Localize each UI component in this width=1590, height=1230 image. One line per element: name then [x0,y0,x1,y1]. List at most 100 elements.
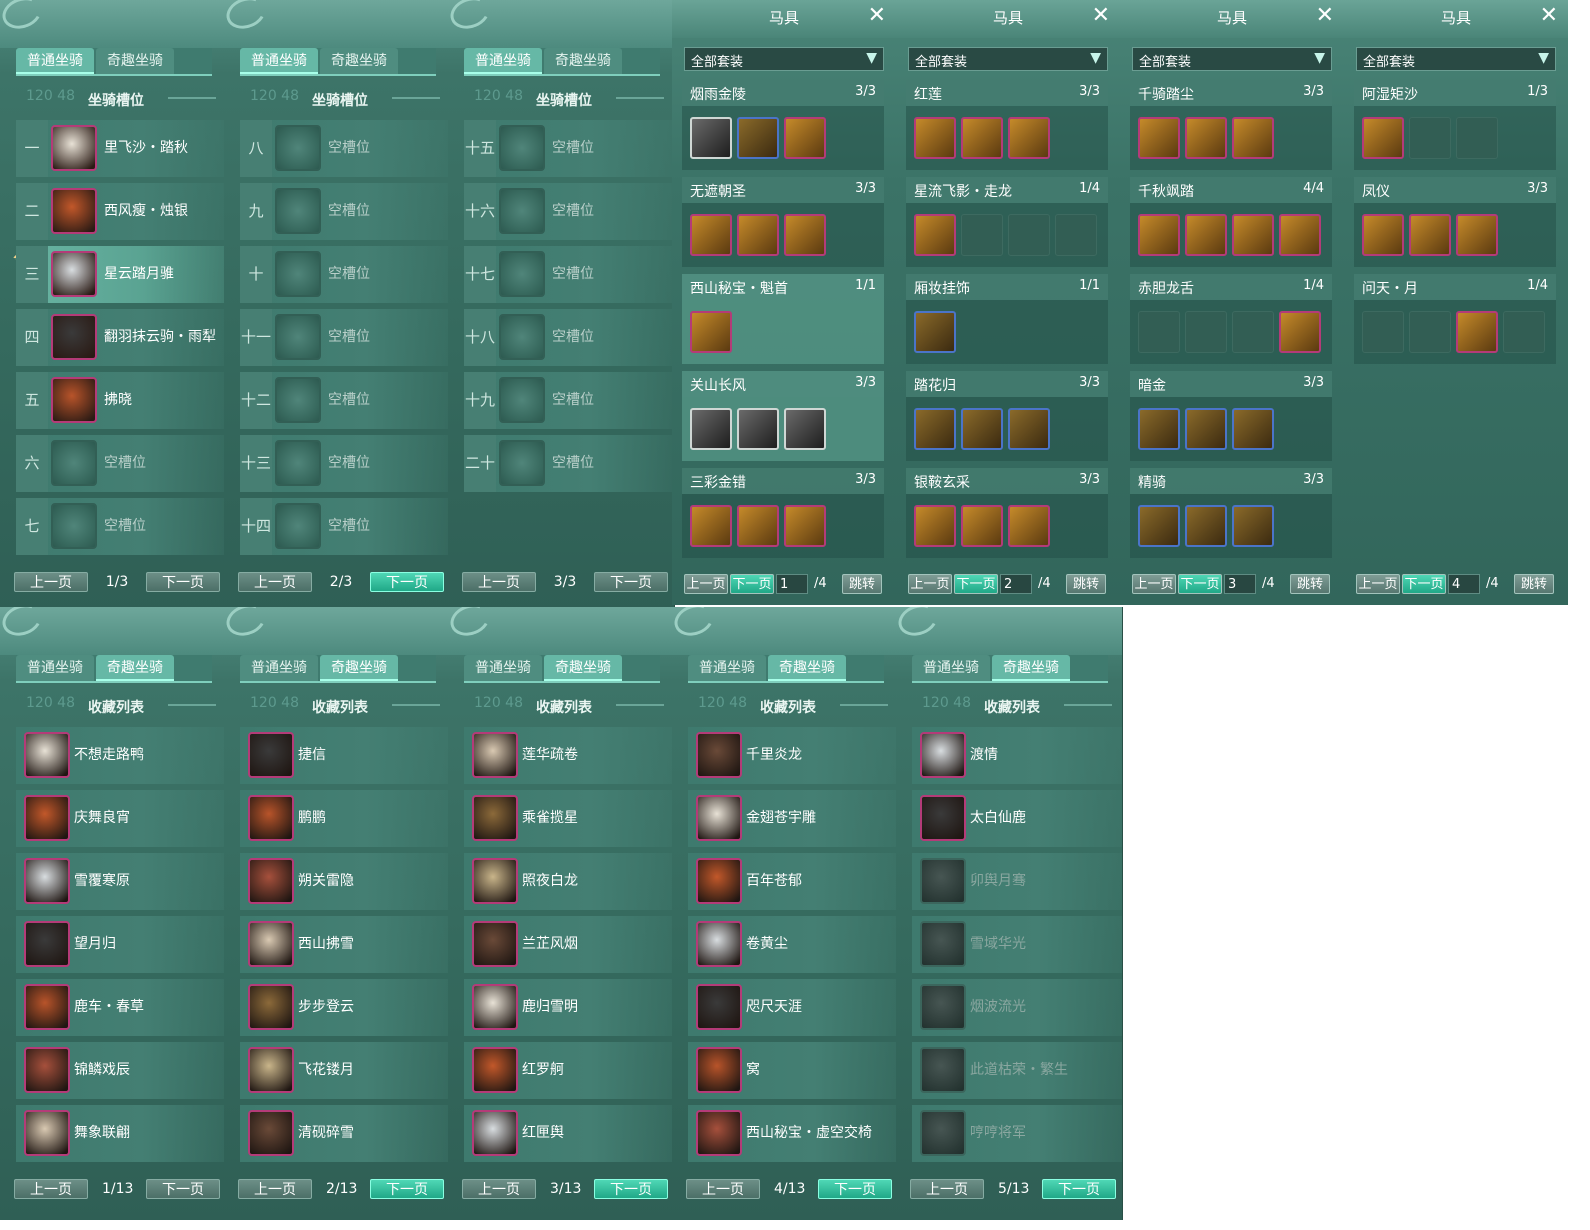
collection-item[interactable]: 咫尺天涯 [688,979,898,1036]
close-icon[interactable]: ✕ [1092,3,1110,28]
collection-item[interactable]: 舞象联翩 [16,1105,226,1162]
page-input[interactable]: 3 [1224,574,1256,594]
prev-page-button[interactable]: 上一页 [238,1179,312,1199]
next-page-button[interactable]: 下一页 [594,1179,668,1199]
collection-item[interactable]: 雪域华光 [912,916,1122,973]
collection-item[interactable]: 莲华疏卷 [464,727,674,784]
tab-fun-mount[interactable]: 奇趣坐骑 [96,48,174,74]
gear-icon[interactable] [737,117,779,159]
gear-icon[interactable] [737,505,779,547]
gear-icon[interactable] [1008,505,1050,547]
mount-slot-row[interactable]: 十六 空槽位 [464,183,674,240]
mount-slot-row[interactable]: 十二 空槽位 [240,372,450,429]
tack-set[interactable]: 红莲 3/3 [906,80,1108,170]
mount-slot-row[interactable]: 九 空槽位 [240,183,450,240]
gear-icon[interactable] [914,311,956,353]
gear-icon[interactable] [1138,408,1180,450]
tab-normal-mount[interactable]: 普通坐骑 [16,655,94,681]
tab-normal-mount[interactable]: 普通坐骑 [16,48,94,74]
set-filter-dropdown[interactable]: 全部套装 ▼ [684,47,884,71]
next-page-button[interactable]: 下一页 [594,572,668,592]
gear-icon[interactable] [1232,505,1274,547]
next-page-button[interactable]: 下一页 [954,574,998,594]
prev-page-button[interactable]: 上一页 [684,574,728,594]
collection-item[interactable]: 照夜白龙 [464,853,674,910]
tab-fun-mount[interactable]: 奇趣坐骑 [320,655,398,681]
gear-icon[interactable] [914,408,956,450]
page-input[interactable]: 2 [1000,574,1032,594]
gear-icon[interactable] [961,505,1003,547]
collection-item[interactable]: 雪覆寒原 [16,853,226,910]
collection-item[interactable]: 兰芷风烟 [464,916,674,973]
tab-normal-mount[interactable]: 普通坐骑 [240,48,318,74]
prev-page-button[interactable]: 上一页 [462,1179,536,1199]
jump-button[interactable]: 跳转 [1290,574,1330,594]
next-page-button[interactable]: 下一页 [370,1179,444,1199]
collection-item[interactable]: 庆舞良宵 [16,790,226,847]
tack-set[interactable]: 踏花归 3/3 [906,371,1108,461]
collection-item[interactable]: 红匣舆 [464,1105,674,1162]
tab-fun-mount[interactable]: 奇趣坐骑 [544,655,622,681]
gear-icon[interactable] [1279,214,1321,256]
gear-icon[interactable] [784,505,826,547]
gear-icon[interactable] [914,505,956,547]
collection-item[interactable]: 哼哼将军 [912,1105,1122,1162]
gear-icon[interactable] [1362,117,1404,159]
gear-icon[interactable] [1185,505,1227,547]
tab-normal-mount[interactable]: 普通坐骑 [464,48,542,74]
prev-page-button[interactable]: 上一页 [686,1179,760,1199]
tab-fun-mount[interactable]: 奇趣坐骑 [320,48,398,74]
mount-slot-row[interactable]: 十八 空槽位 [464,309,674,366]
next-page-button[interactable]: 下一页 [818,1179,892,1199]
mount-slot-row[interactable]: 五 拂晓 [16,372,226,429]
next-page-button[interactable]: 下一页 [1402,574,1446,594]
gear-icon[interactable] [1279,311,1321,353]
mount-slot-row[interactable]: 十 空槽位 [240,246,450,303]
mount-slot-row[interactable]: 六 空槽位 [16,435,226,492]
tack-set[interactable]: 关山长风 3/3 [682,371,884,461]
tab-fun-mount[interactable]: 奇趣坐骑 [768,655,846,681]
collection-item[interactable]: 不想走路鸭 [16,727,226,784]
prev-page-button[interactable]: 上一页 [14,1179,88,1199]
collection-item[interactable]: 锦鳞戏辰 [16,1042,226,1099]
tab-normal-mount[interactable]: 普通坐骑 [912,655,990,681]
mount-slot-row[interactable]: 七 空槽位 [16,498,226,555]
gear-icon[interactable] [1362,214,1404,256]
mount-slot-row[interactable]: 十七 空槽位 [464,246,674,303]
gear-icon[interactable] [737,214,779,256]
tack-set[interactable]: 精骑 3/3 [1130,468,1332,558]
collection-item[interactable]: 鹿归雪明 [464,979,674,1036]
next-page-button[interactable]: 下一页 [730,574,774,594]
gear-icon[interactable] [737,408,779,450]
gear-icon[interactable] [1185,408,1227,450]
gear-icon[interactable] [1138,505,1180,547]
page-input[interactable]: 1 [776,574,808,594]
collection-item[interactable]: 卯舆月骞 [912,853,1122,910]
prev-page-button[interactable]: 上一页 [1356,574,1400,594]
collection-item[interactable]: 金翅苍宇雕 [688,790,898,847]
tack-set[interactable]: 赤胆龙舌 1/4 [1130,274,1332,364]
gear-icon[interactable] [784,117,826,159]
gear-icon[interactable] [1409,214,1451,256]
tab-fun-mount[interactable]: 奇趣坐骑 [96,655,174,681]
gear-icon[interactable] [1185,214,1227,256]
tack-set[interactable]: 千秋飒踏 4/4 [1130,177,1332,267]
collection-item[interactable]: 捷信 [240,727,450,784]
mount-slot-row[interactable]: 十九 空槽位 [464,372,674,429]
gear-icon[interactable] [1232,117,1274,159]
collection-item[interactable]: 红罗舸 [464,1042,674,1099]
gear-icon[interactable] [690,408,732,450]
mount-slot-row[interactable]: 一 里飞沙・踏秋 [16,120,226,177]
gear-icon[interactable] [1456,214,1498,256]
collection-item[interactable]: 此道枯荣・繁生 [912,1042,1122,1099]
collection-item[interactable]: 烟波流光 [912,979,1122,1036]
tack-set[interactable]: 星流飞影・走龙 1/4 [906,177,1108,267]
tab-normal-mount[interactable]: 普通坐骑 [688,655,766,681]
collection-item[interactable]: 朔关雷隐 [240,853,450,910]
tack-set[interactable]: 银鞍玄采 3/3 [906,468,1108,558]
gear-icon[interactable] [1185,117,1227,159]
gear-icon[interactable] [914,214,956,256]
gear-icon[interactable] [1232,214,1274,256]
collection-item[interactable]: 西山秘宝・虚空交椅 [688,1105,898,1162]
collection-item[interactable]: 西山拂雪 [240,916,450,973]
